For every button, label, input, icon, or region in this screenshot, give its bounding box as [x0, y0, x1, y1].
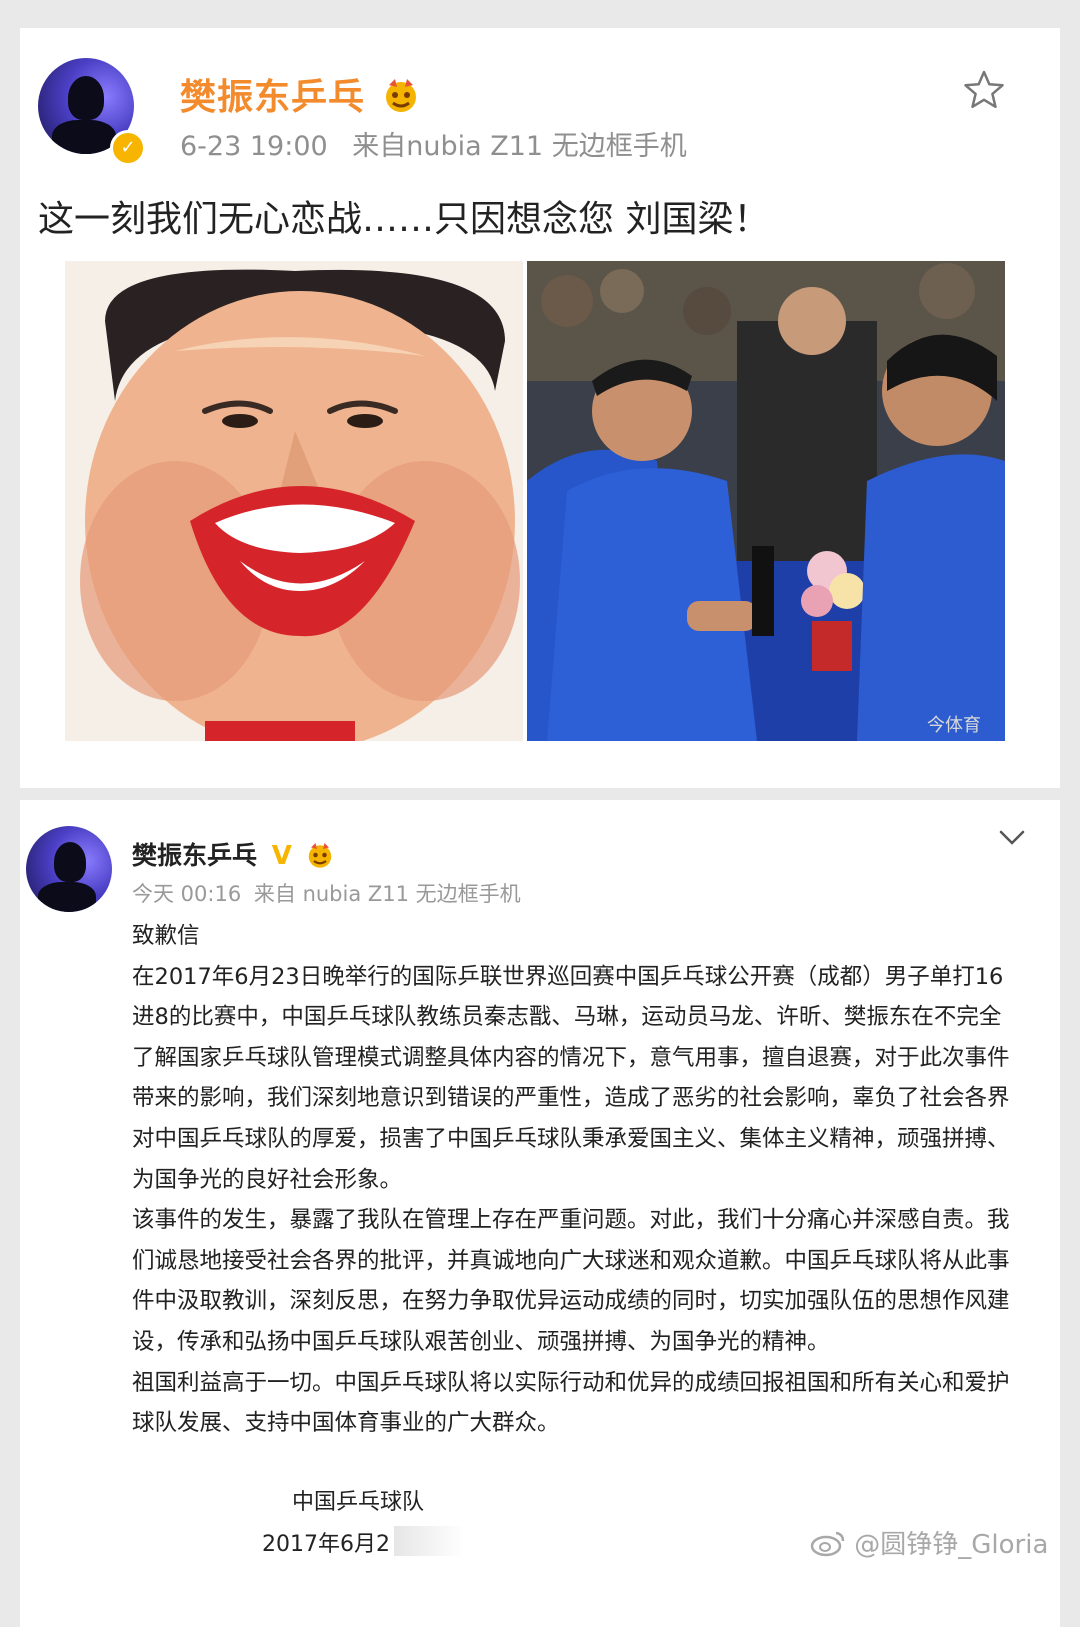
weibo-logo-icon [810, 1531, 845, 1557]
post-meta: 6-23 19:00 来自nubia Z11 无边框手机 [180, 124, 687, 163]
letter-paragraph: 该事件的发生，暴露了我队在管理上存在严重问题。对此，我们十分痛心并深感自责。我们… [132, 1207, 1010, 1355]
username[interactable]: 樊振东乒乓 V [132, 836, 335, 872]
emoji-badge-icon [385, 79, 416, 112]
source-client[interactable]: 来自 nubia Z11 无边框手机 [254, 882, 521, 906]
letter-signature: 中国乒乓球队 [292, 1490, 425, 1515]
post-meta: 今天 00:16 来自 nubia Z11 无边框手机 [132, 878, 521, 908]
letter-paragraph: 祖国利益高于一切。中国乒乓球队将以实际行动和优异的成绩回报祖国和所有关心和爱护球… [132, 1369, 1010, 1437]
timestamp: 今天 00:16 [132, 882, 242, 906]
chevron-down-icon[interactable] [998, 828, 1026, 848]
weibo-post-original: ✓ 樊振东乒乓 6-23 19:00 来自nubia Z11 无边框手机 这一刻… [20, 28, 1060, 788]
weibo-post-apology: 樊振东乒乓 V 今天 00:16 来自 nubia Z11 无边框手机 致歉信 … [20, 800, 1060, 1627]
caricature-illustration [65, 261, 523, 741]
letter-date: 2017年6月2 [262, 1532, 390, 1557]
verified-badge-icon: ✓ [110, 130, 146, 166]
post-image-photo[interactable]: 今体育 [527, 261, 1005, 741]
emoji-badge-icon [308, 843, 331, 868]
source-client[interactable]: 来自nubia Z11 无边框手机 [352, 131, 686, 162]
star-icon[interactable] [962, 68, 1006, 112]
blurred-region [394, 1526, 464, 1556]
verified-v-icon: V [271, 841, 292, 871]
post-content: 这一刻我们无心恋战……只因想念您 刘国梁！ [38, 199, 770, 240]
username[interactable]: 樊振东乒乓 [180, 68, 421, 120]
coach-handshake-photo: 今体育 [527, 261, 1005, 741]
apology-letter: 致歉信 在2017年6月23日晚举行的国际乒联世界巡回赛中国乒乓球公开赛（成都）… [132, 916, 1022, 1444]
letter-title: 致歉信 [132, 923, 200, 949]
letter-paragraph: 在2017年6月23日晚举行的国际乒联世界巡回赛中国乒乓球公开赛（成都）男子单打… [132, 963, 1010, 1193]
timestamp: 6-23 19:00 [180, 131, 328, 162]
watermark: @圆铮铮_Gloria [810, 1524, 1048, 1561]
image-watermark: 今体育 [927, 715, 981, 736]
avatar[interactable] [26, 826, 112, 912]
post-image-caricature[interactable] [65, 261, 523, 741]
